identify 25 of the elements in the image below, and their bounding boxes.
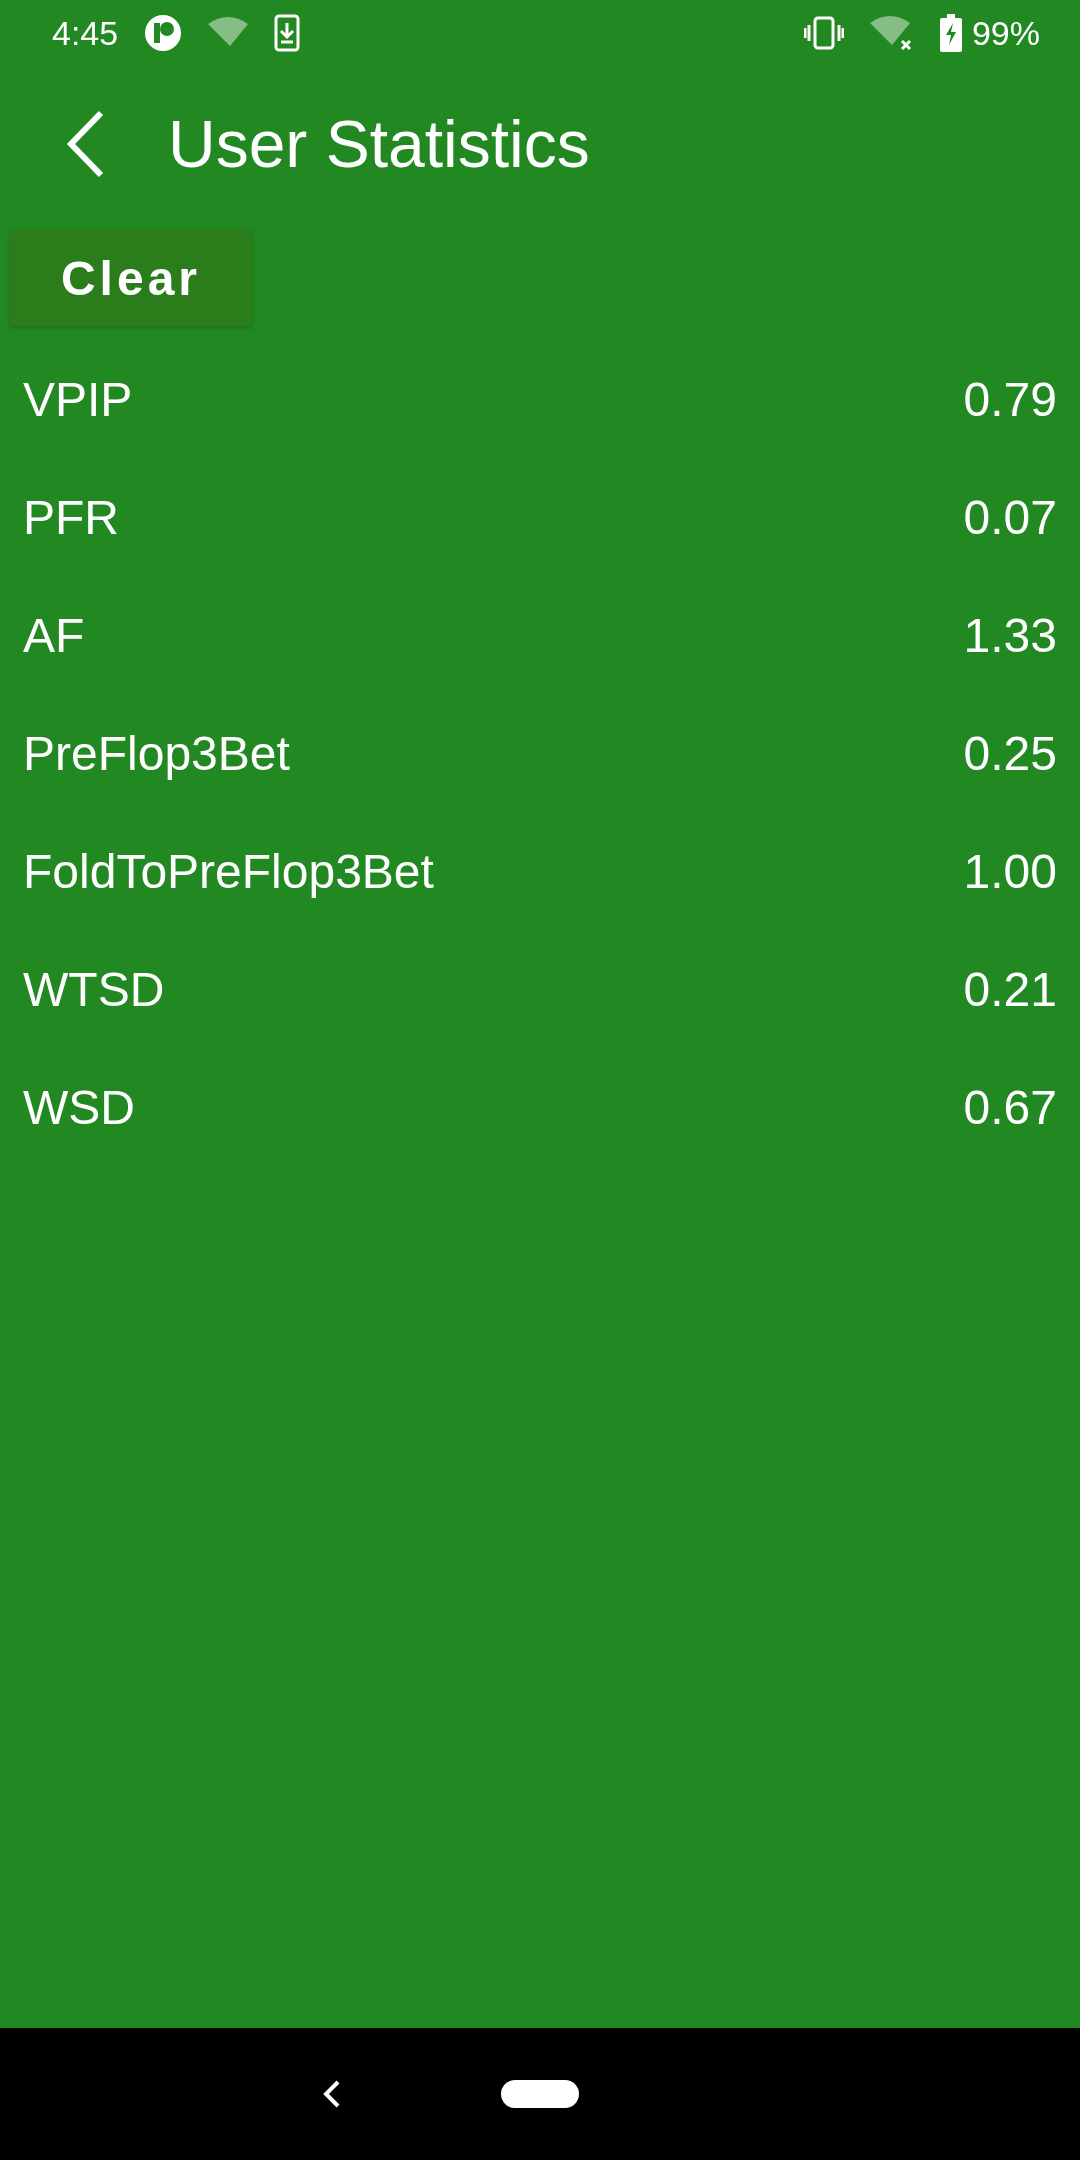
stat-value: 1.00 (963, 843, 1057, 899)
stat-value: 1.33 (963, 607, 1057, 663)
stat-value: 0.79 (963, 371, 1057, 427)
battery-percentage: 99% (971, 13, 1040, 53)
stat-name: FoldToPreFlop3Bet (23, 843, 434, 899)
stat-name: AF (23, 607, 85, 663)
stat-value: 0.21 (963, 961, 1057, 1017)
app-notification-icon (144, 14, 183, 52)
home-button[interactable] (501, 2080, 579, 2108)
stat-name: WSD (23, 1079, 135, 1135)
stat-name: VPIP (23, 371, 133, 427)
stat-name: PFR (23, 489, 119, 545)
stat-value: 0.07 (963, 489, 1057, 545)
status-time: 4:45 (52, 13, 119, 53)
stat-value: 0.25 (963, 725, 1057, 781)
clear-button[interactable]: Clear (10, 230, 252, 326)
nav-back-icon[interactable] (323, 2080, 341, 2108)
screen-title: User Statistics (168, 106, 590, 182)
stat-name: WTSD (23, 961, 165, 1017)
battery-charging-icon (939, 14, 962, 52)
stat-value: 0.67 (963, 1079, 1057, 1135)
vibrate-icon (803, 16, 844, 50)
download-icon (274, 14, 301, 52)
wifi-off-icon (869, 15, 914, 51)
stat-name: PreFlop3Bet (23, 725, 290, 781)
